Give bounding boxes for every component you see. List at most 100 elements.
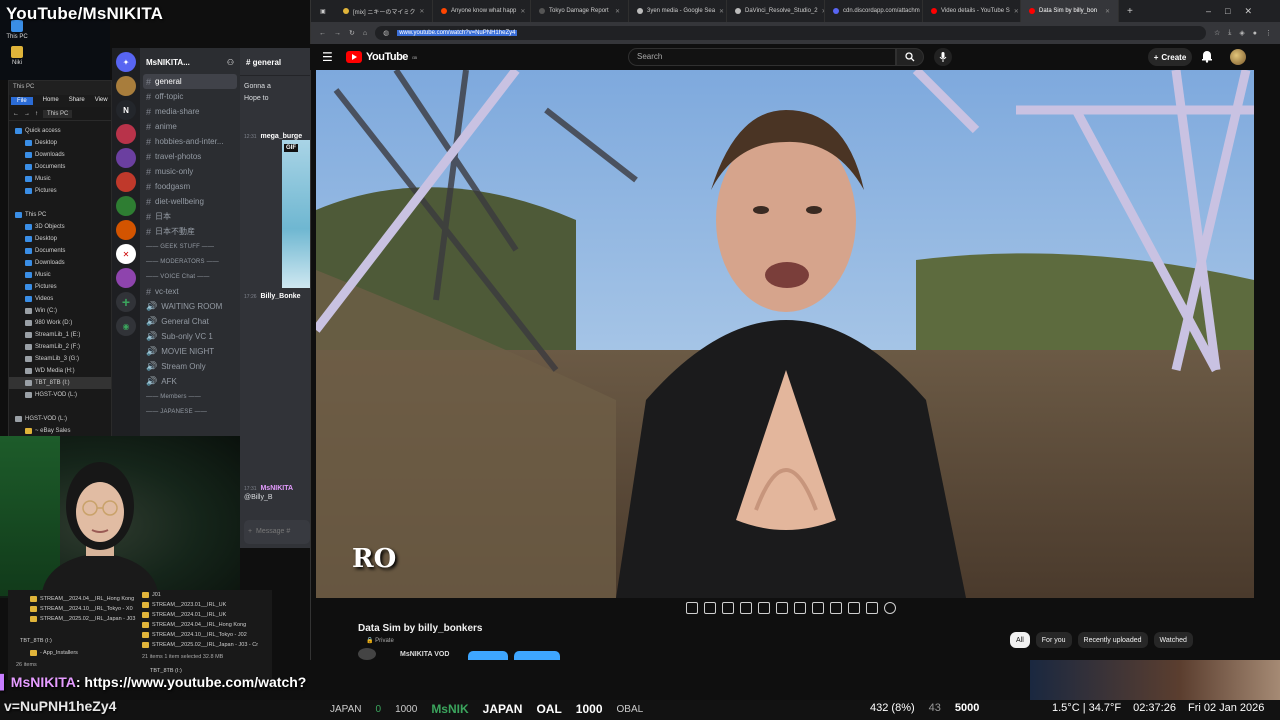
settings-gear-icon[interactable] — [884, 602, 896, 614]
explorer-tree-item[interactable]: 3D Objects — [9, 221, 111, 233]
browser-tab[interactable]: DaVinci_Resolve_Studio_2✕ — [727, 0, 825, 22]
filter-chip[interactable]: Watched — [1153, 632, 1193, 648]
speed-icon[interactable] — [794, 602, 806, 614]
explorer-tree-item[interactable]: Documents — [9, 161, 111, 173]
account-avatar[interactable] — [1230, 49, 1246, 65]
channel-category[interactable]: —— JAPANESE —— — [140, 404, 240, 419]
channel-category[interactable]: —— MODERATORS —— — [140, 254, 240, 269]
explorer-tree-item[interactable]: SteamLib_3 (G:) — [9, 353, 111, 365]
discord-home-icon[interactable]: ✦ — [116, 52, 136, 72]
hamburger-menu-icon[interactable]: ☰ — [322, 50, 333, 64]
text-channel[interactable]: # travel-photos — [140, 149, 240, 164]
tree-item-app-installers[interactable]: - App_Installers — [30, 648, 78, 658]
file-list-item[interactable]: STREAM__2024.10__IRL_Tokyo - J02 — [142, 630, 258, 640]
text-channel[interactable]: # media-share — [140, 104, 240, 119]
message-input[interactable]: + Message # — [244, 520, 310, 544]
forward-arrow-icon[interactable]: → — [24, 111, 30, 117]
explorer-tree-item[interactable]: Music — [9, 173, 111, 185]
channel-category[interactable]: —— GEEK STUFF —— — [140, 239, 240, 254]
text-channel[interactable]: # 日本不動産 — [140, 224, 240, 239]
filter-icon[interactable] — [812, 602, 824, 614]
explorer-tree-item[interactable]: HGST-VOD (L:) — [9, 389, 111, 401]
site-info-icon[interactable]: ◍ — [383, 29, 389, 37]
server-avatar[interactable] — [116, 76, 136, 96]
file-list-item[interactable]: STREAM__2024.01__IRL_UK — [142, 610, 258, 620]
close-tab-icon[interactable]: ✕ — [520, 8, 525, 15]
chat-message[interactable]: Hope to — [240, 92, 273, 105]
file-list-item[interactable]: STREAM__2024.10__IRL_Tokyo - X0 — [30, 604, 135, 614]
film-icon[interactable] — [740, 602, 752, 614]
new-tab-button[interactable]: + — [1127, 6, 1133, 17]
explorer-tree-item[interactable]: Music — [9, 269, 111, 281]
explorer-tree-item[interactable]: StreamLib_1 (E:) — [9, 329, 111, 341]
server-n[interactable]: N — [116, 100, 136, 120]
channel-action-button[interactable] — [514, 651, 560, 660]
add-icon[interactable] — [830, 602, 842, 614]
add-member-icon[interactable]: ⚇ — [227, 58, 234, 74]
ribbon-file-tab[interactable]: File — [11, 97, 33, 105]
explorer-tree-item[interactable]: Desktop — [9, 137, 111, 149]
keyboard-icon[interactable] — [866, 602, 878, 614]
voice-channel[interactable]: 🔊 Stream Only — [140, 359, 240, 374]
create-button[interactable]: + Create — [1148, 48, 1192, 66]
explorer-tree-item[interactable]: Desktop — [9, 233, 111, 245]
search-icon[interactable] — [896, 48, 924, 66]
voice-channel[interactable]: 🔊 WAITING ROOM — [140, 299, 240, 314]
server-avatar[interactable] — [116, 268, 136, 288]
browser-tab[interactable]: [mix] ニキーのマイミク ✕ — [335, 0, 433, 22]
explorer-tree-item[interactable]: StreamLib_2 (F:) — [9, 341, 111, 353]
ribbon-view-tab[interactable]: View — [95, 97, 108, 105]
extensions-icon[interactable]: ◈ — [1239, 29, 1244, 37]
server-avatar[interactable] — [116, 172, 136, 192]
downloads-icon[interactable]: ⤓ — [1228, 29, 1231, 37]
text-channel[interactable]: # vc-text — [140, 284, 240, 299]
server-avatar[interactable] — [116, 196, 136, 216]
notifications-bell-icon[interactable] — [1200, 49, 1214, 63]
server-avatar[interactable]: ✕ — [116, 244, 136, 264]
explorer-tree-item[interactable]: This PC — [9, 209, 111, 221]
voice-channel[interactable]: 🔊 General Chat — [140, 314, 240, 329]
voice-channel[interactable]: 🔊 Sub-only VC 1 — [140, 329, 240, 344]
youtube-logo[interactable]: YouTube GB — [346, 51, 417, 63]
microphone-icon[interactable] — [934, 48, 952, 66]
explorer-tree-item[interactable]: Downloads — [9, 257, 111, 269]
filter-chip[interactable]: Recently uploaded — [1077, 632, 1148, 648]
explorer-address-bar[interactable]: This PC — [43, 109, 73, 118]
file-list-item[interactable]: STREAM__2025.02__IRL_Japan - J03 — [30, 614, 135, 624]
channel-action-button[interactable] — [468, 651, 508, 660]
add-server-icon[interactable]: + — [116, 292, 136, 312]
youtube-search-input[interactable]: Search — [628, 48, 896, 66]
explorer-tree-item[interactable]: Documents — [9, 245, 111, 257]
browser-tab[interactable]: Anyone know what happ ✕ — [433, 0, 531, 22]
text-channel[interactable]: # anime — [140, 119, 240, 134]
text-channel[interactable]: # 日本 — [140, 209, 240, 224]
pip-icon[interactable] — [758, 602, 770, 614]
channel-avatar[interactable] — [358, 648, 376, 660]
audio-icon[interactable] — [704, 602, 716, 614]
profile-icon[interactable]: ● — [1253, 30, 1257, 37]
window-controls[interactable]: –□✕ — [1206, 6, 1266, 17]
server-name-header[interactable]: MsNIKITA... ⚇ — [140, 48, 240, 74]
channel-category[interactable]: —— VOICE Chat —— — [140, 269, 240, 284]
explorer-tree-item[interactable]: WD Media (H:) — [9, 365, 111, 377]
close-tab-icon[interactable]: ✕ — [1014, 8, 1019, 15]
browser-tab[interactable]: 3yen media - Google Sea ✕ — [629, 0, 727, 22]
file-list-item[interactable]: J01 — [142, 590, 258, 600]
up-arrow-icon[interactable]: ↑ — [35, 111, 38, 117]
text-channel[interactable]: # off-topic — [140, 89, 240, 104]
close-tab-icon[interactable]: ✕ — [1105, 8, 1110, 15]
explorer-tree-item[interactable]: Quick access — [9, 125, 111, 137]
server-avatar[interactable] — [116, 220, 136, 240]
voice-channel[interactable]: 🔊 AFK — [140, 374, 240, 389]
file-list-item[interactable]: STREAM__2024.04__IRL_Hong Kong — [30, 594, 135, 604]
close-tab-icon[interactable]: ✕ — [615, 8, 620, 15]
browser-tab[interactable]: Video details - YouTube S ✕ — [923, 0, 1021, 22]
video-player[interactable] — [316, 70, 1254, 598]
explorer-tree-item[interactable]: HGST-VOD (L:) — [9, 413, 111, 425]
browser-tab[interactable]: Tokyo Damage Report ✕ — [531, 0, 629, 22]
browser-tab[interactable]: cdn.discordapp.com/attachm✕ — [825, 0, 923, 22]
screenshot-icon[interactable] — [722, 602, 734, 614]
ribbon-share-tab[interactable]: Share — [69, 97, 85, 105]
explorer-tree-item[interactable]: Pictures — [9, 185, 111, 197]
close-tab-icon[interactable]: ✕ — [419, 8, 424, 15]
